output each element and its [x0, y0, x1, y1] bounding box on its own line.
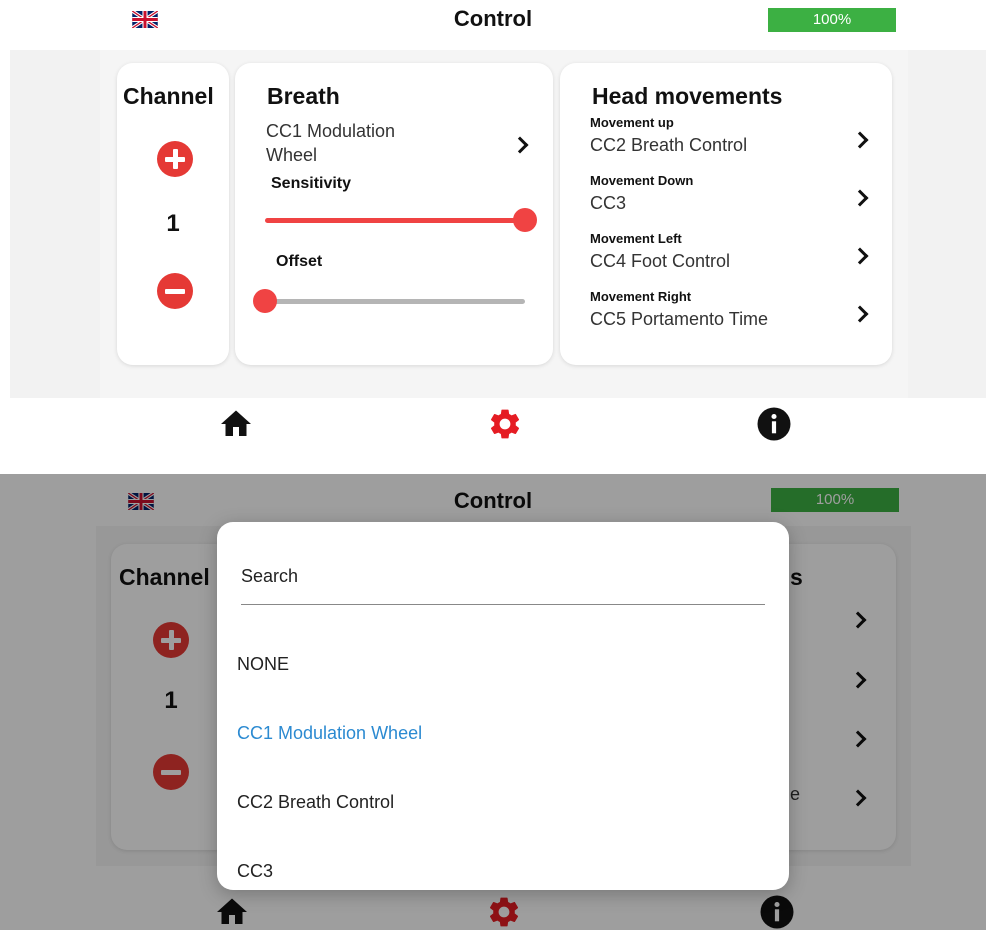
channel-value: 1: [166, 210, 180, 237]
title-bar: Control 100%: [0, 474, 986, 516]
home-icon[interactable]: [214, 894, 250, 930]
chevron-right-icon[interactable]: [849, 789, 867, 807]
chevron-right-icon: [511, 136, 529, 154]
offset-slider-thumb[interactable]: [253, 289, 277, 313]
battery-indicator: 100%: [771, 488, 899, 512]
search-input[interactable]: Search: [241, 566, 298, 587]
channel-heading: Channel: [123, 83, 214, 109]
movement-label: Movement Down: [590, 173, 694, 188]
sensitivity-slider[interactable]: [265, 208, 537, 234]
channel-value: 1: [164, 687, 178, 714]
chevron-right-icon: [851, 189, 869, 207]
control-screen: Control 100% Channel 1 Breath CC1 Modula…: [0, 0, 986, 448]
gear-icon[interactable]: [486, 894, 522, 930]
title-bar: Control 100%: [0, 0, 986, 42]
head-movement-row[interactable]: Movement up CC2 Breath Control: [590, 115, 882, 167]
chevron-right-icon: [851, 305, 869, 323]
breath-mapping-line2: Wheel: [266, 145, 318, 165]
movement-value: CC4 Foot Control: [590, 251, 731, 271]
channel-increment-button[interactable]: [153, 622, 189, 658]
info-icon[interactable]: [759, 894, 795, 930]
picker-option[interactable]: NONE: [237, 654, 289, 675]
content-area: Channel 1 Breath CC1 Modulation Wheel Se…: [10, 50, 986, 398]
movement-value: CC2 Breath Control: [590, 135, 748, 155]
offset-slider[interactable]: [253, 289, 525, 315]
chevron-right-icon: [851, 247, 869, 265]
movement-label: Movement Right: [590, 289, 692, 304]
head-movement-row[interactable]: Movement Left CC4 Foot Control: [590, 231, 882, 283]
breath-mapping-selector[interactable]: CC1 Modulation Wheel: [266, 121, 536, 169]
head-movement-row[interactable]: Movement Right CC5 Portamento Time: [590, 289, 882, 341]
head-movement-row[interactable]: Movement Down CC3: [590, 173, 882, 225]
chevron-right-icon[interactable]: [849, 730, 867, 748]
movement-value-tail: e: [790, 784, 801, 804]
gear-icon[interactable]: [487, 406, 523, 442]
channel-heading: Channel: [119, 564, 210, 590]
movement-label: Movement Left: [590, 231, 682, 246]
picker-option[interactable]: CC2 Breath Control: [237, 792, 394, 813]
home-icon[interactable]: [218, 406, 254, 442]
picker-option-selected[interactable]: CC1 Modulation Wheel: [237, 723, 422, 744]
movement-value: CC3: [590, 193, 627, 213]
channel-decrement-button[interactable]: [153, 754, 189, 790]
chevron-right-icon: [851, 131, 869, 149]
chevron-right-icon[interactable]: [849, 671, 867, 689]
info-icon[interactable]: [756, 406, 792, 442]
offset-label: Offset: [276, 253, 323, 270]
head-movements-heading: Head movements: [592, 83, 783, 109]
bottom-nav: [0, 886, 986, 930]
channel-card: Channel 1: [117, 63, 229, 365]
sensitivity-label: Sensitivity: [271, 175, 352, 192]
bottom-nav: [0, 398, 986, 448]
channel-decrement-button[interactable]: [157, 273, 193, 309]
breath-mapping-line1: CC1 Modulation: [266, 121, 396, 141]
cc-picker-dialog: Search NONE CC1 Modulation Wheel CC2 Bre…: [217, 522, 789, 890]
movement-value: CC5 Portamento Time: [590, 309, 769, 329]
head-movements-card: Head movements Movement up CC2 Breath Co…: [560, 63, 892, 365]
sensitivity-slider-thumb[interactable]: [513, 208, 537, 232]
chevron-right-icon[interactable]: [849, 611, 867, 629]
breath-card: Breath CC1 Modulation Wheel Sensitivity …: [235, 63, 553, 365]
head-movements-heading-tail: s: [790, 564, 803, 590]
channel-increment-button[interactable]: [157, 141, 193, 177]
movement-label: Movement up: [590, 115, 674, 130]
battery-indicator: 100%: [768, 8, 896, 32]
breath-heading: Breath: [267, 83, 340, 109]
picker-option[interactable]: CC3: [237, 861, 273, 882]
control-screen-with-picker: Control 100% Channel 1 s e Search NONE C…: [0, 474, 986, 930]
channel-card: Channel 1: [111, 544, 231, 850]
